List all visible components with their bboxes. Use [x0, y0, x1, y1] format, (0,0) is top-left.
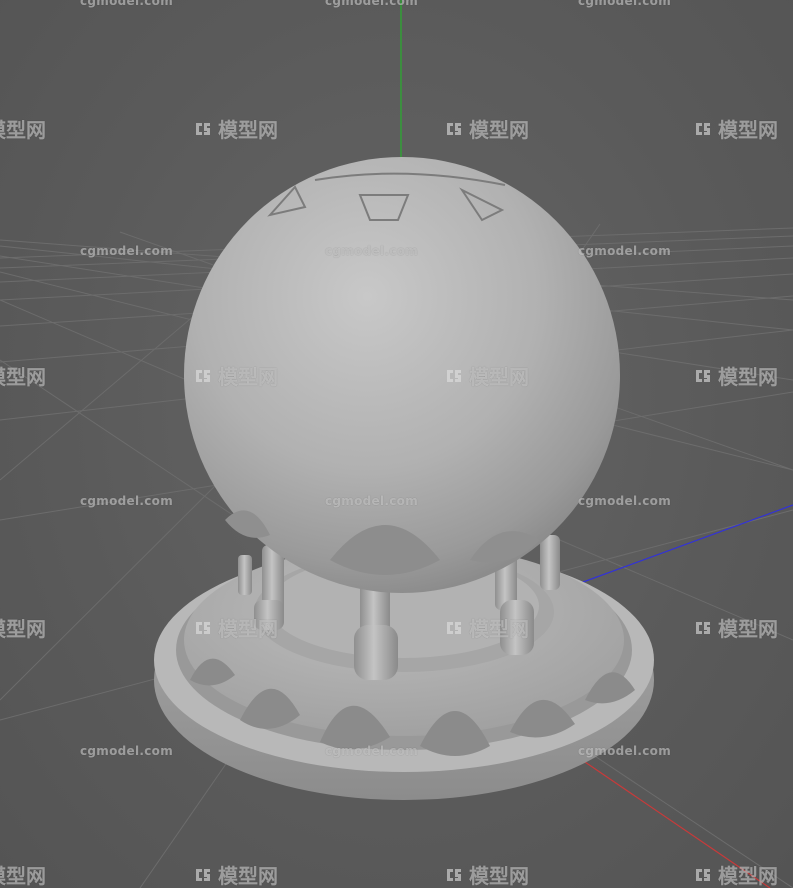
viewport-scene[interactable] [0, 0, 793, 888]
z-axis-line [574, 504, 793, 586]
x-axis-line [559, 744, 771, 888]
sphere-object[interactable] [184, 157, 620, 593]
3d-viewport[interactable]: cgmodel.com cgmodel.com cgmodel.com cgmodel… [0, 0, 793, 888]
